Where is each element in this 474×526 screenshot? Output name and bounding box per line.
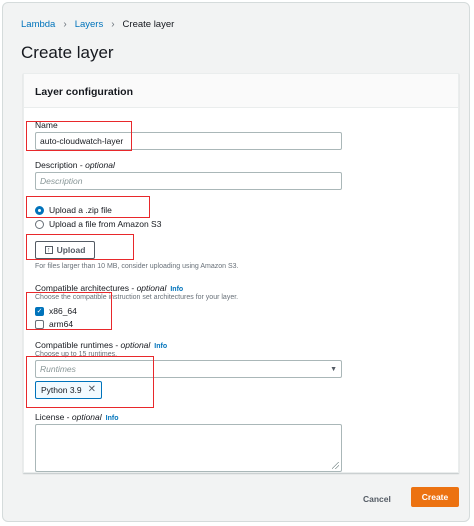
- layer-configuration-panel: Layer configuration Name Description - o…: [23, 73, 459, 473]
- upload-button-label: Upload: [56, 245, 86, 255]
- checkmark-icon[interactable]: ✓: [35, 306, 44, 316]
- checkbox-x86-64[interactable]: ✓ x86_64: [35, 306, 77, 316]
- create-button[interactable]: Create: [411, 487, 459, 507]
- panel-title: Layer configuration: [24, 74, 458, 108]
- upload-hint: For files larger than 10 MB, consider up…: [35, 263, 239, 270]
- checkbox-arm64-label: arm64: [49, 319, 74, 329]
- chevron-right-icon: ›: [63, 19, 67, 30]
- breadcrumb-current: Create layer: [122, 19, 175, 30]
- checkbox-empty-icon[interactable]: [35, 319, 44, 329]
- cancel-button[interactable]: Cancel: [363, 494, 391, 504]
- radio-upload-s3-label: Upload a file from Amazon S3: [49, 219, 162, 229]
- upload-icon: ↑: [44, 246, 53, 254]
- chevron-right-icon: ›: [111, 19, 115, 30]
- radio-upload-zip-label: Upload a .zip file: [49, 205, 112, 215]
- breadcrumb: Lambda › Layers › Create layer: [21, 19, 174, 30]
- runtime-token-label: Python 3.9: [41, 385, 82, 395]
- caret-down-icon: ▼: [330, 365, 337, 373]
- description-input[interactable]: [35, 172, 342, 190]
- license-info-link[interactable]: Info: [106, 415, 119, 422]
- page-title: Create layer: [21, 43, 114, 62]
- runtimes-select[interactable]: Runtimes ▼: [35, 360, 342, 378]
- architectures-hint: Choose the compatible instruction set ar…: [35, 294, 239, 301]
- runtimes-placeholder: Runtimes: [40, 364, 76, 374]
- name-label: Name: [35, 120, 58, 130]
- license-label: License - optional Info: [35, 412, 119, 422]
- architectures-info-link[interactable]: Info: [170, 286, 183, 293]
- license-textarea[interactable]: [35, 424, 342, 472]
- checkbox-x86-64-label: x86_64: [49, 306, 77, 316]
- radio-selected-icon[interactable]: [35, 205, 44, 215]
- runtime-token-python: Python 3.9 ✕: [35, 381, 103, 399]
- breadcrumb-lambda[interactable]: Lambda: [21, 19, 55, 30]
- breadcrumb-layers[interactable]: Layers: [75, 19, 104, 30]
- name-input[interactable]: [35, 132, 342, 150]
- architectures-label: Compatible architectures - optional Info: [35, 283, 184, 293]
- resize-handle-icon[interactable]: [332, 462, 339, 469]
- upload-button[interactable]: ↑ Upload: [35, 241, 95, 259]
- runtimes-info-link[interactable]: Info: [154, 343, 167, 350]
- close-icon[interactable]: ✕: [88, 385, 96, 395]
- radio-upload-zip[interactable]: Upload a .zip file: [35, 205, 112, 215]
- runtimes-hint: Choose up to 15 runtimes.: [35, 351, 118, 358]
- runtimes-label: Compatible runtimes - optional Info: [35, 340, 168, 350]
- app-frame: Lambda › Layers › Create layer Create la…: [2, 2, 470, 522]
- description-label: Description - optional: [35, 160, 115, 170]
- radio-unselected-icon[interactable]: [35, 219, 44, 229]
- radio-upload-s3[interactable]: Upload a file from Amazon S3: [35, 219, 161, 229]
- checkbox-arm64[interactable]: arm64: [35, 319, 73, 329]
